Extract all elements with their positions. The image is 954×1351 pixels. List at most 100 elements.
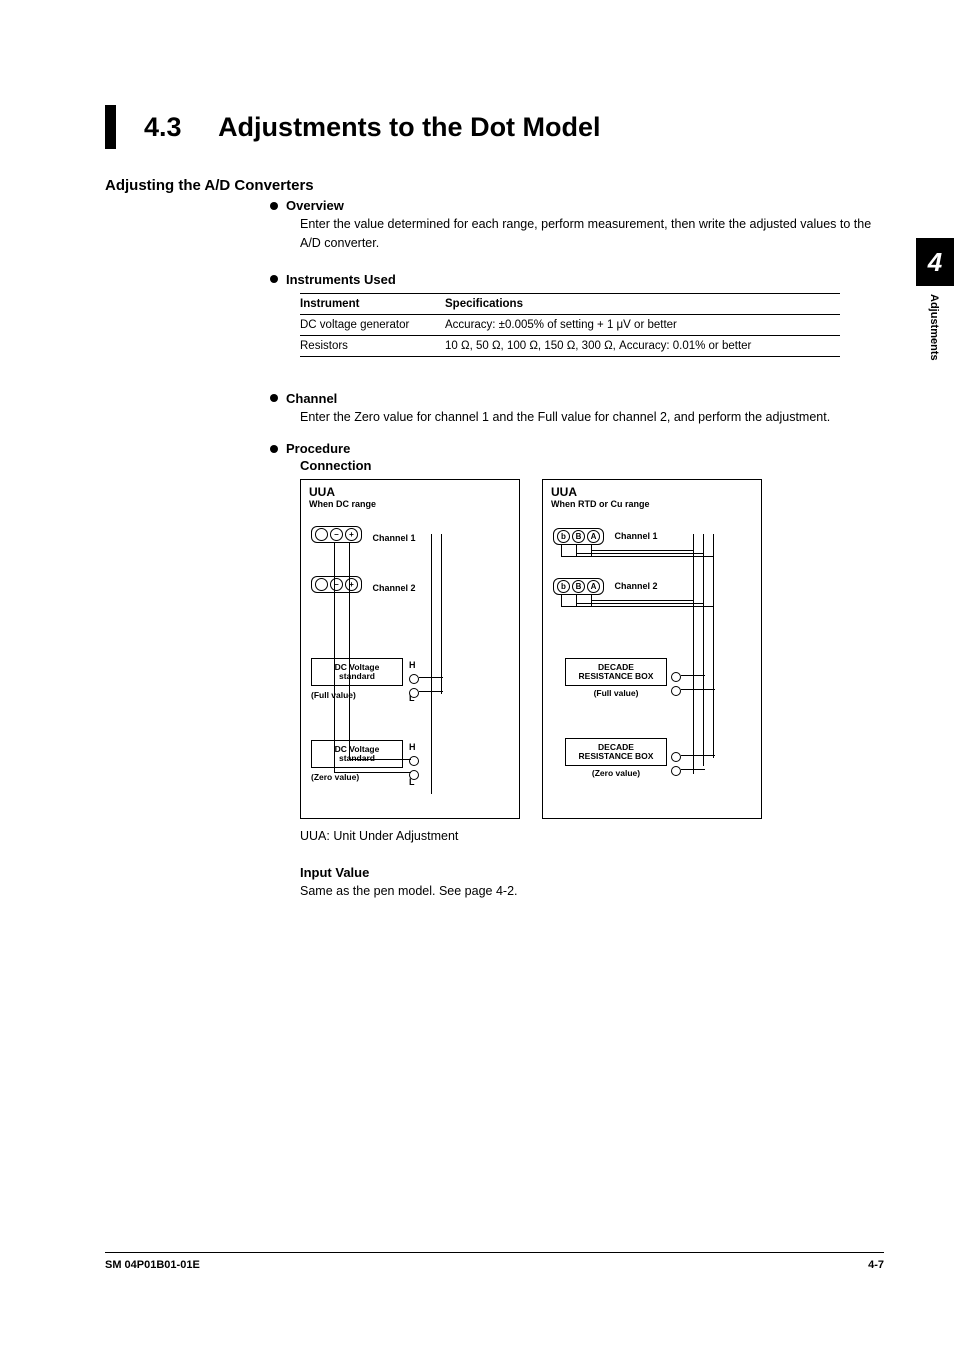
table-cell: DC voltage generator	[300, 314, 445, 335]
pin-minus: –	[330, 578, 343, 591]
table-cell: Accuracy: ±0.005% of setting + 1 μV or b…	[445, 314, 840, 335]
src-name: DECADE RESISTANCE BOX	[571, 743, 661, 761]
wire	[561, 556, 714, 557]
uua-caption: UUA: Unit Under Adjustment	[300, 827, 884, 846]
th-spec: Specifications	[445, 293, 840, 314]
wire	[349, 759, 411, 760]
wire	[693, 534, 694, 774]
table-cell: 10 Ω, 50 Ω, 100 Ω, 150 Ω, 300 Ω, Accurac…	[445, 335, 840, 356]
overview-label: Overview	[286, 198, 344, 213]
port-H-label: H	[409, 660, 416, 670]
overview-text: Enter the value determined for each rang…	[300, 215, 884, 254]
port-L	[409, 688, 419, 698]
uua-subtitle: When DC range	[309, 499, 511, 509]
connection-diagrams: UUA When DC range – + Channel 1 – + Chan…	[300, 479, 884, 819]
decade-box-zero: DECADE RESISTANCE BOX (Zero value)	[565, 738, 667, 778]
port	[671, 686, 681, 696]
channel-label: Channel	[286, 391, 337, 406]
wire	[334, 772, 411, 773]
footer-right: 4-7	[868, 1259, 884, 1271]
uua-subtitle: When RTD or Cu range	[551, 499, 753, 509]
bullet-icon	[270, 445, 278, 453]
page-footer: SM 04P01B01-01E 4-7	[105, 1252, 884, 1271]
decade-box-full: DECADE RESISTANCE BOX (Full value)	[565, 658, 667, 698]
pin-b: b	[557, 530, 570, 543]
th-instrument: Instrument	[300, 293, 445, 314]
bullet-icon	[270, 394, 278, 402]
port	[671, 752, 681, 762]
ch2-label: Channel 2	[614, 581, 657, 591]
wire	[703, 534, 704, 766]
wire	[576, 594, 577, 606]
src-name: DECADE RESISTANCE BOX	[571, 663, 661, 681]
rtd-diagram: UUA When RTD or Cu range b B A Channel 1…	[542, 479, 762, 819]
ch1-label: Channel 1	[372, 533, 415, 543]
channel-text: Enter the Zero value for channel 1 and t…	[300, 408, 884, 427]
zero-label: (Zero value)	[565, 769, 667, 778]
wire	[334, 542, 335, 772]
wire	[576, 603, 704, 604]
wire	[591, 550, 694, 551]
ch1-terminal: b B A Channel 1	[553, 526, 657, 545]
wire	[419, 691, 443, 692]
ch2-terminal: – + Channel 2	[311, 576, 415, 596]
wire	[419, 677, 443, 678]
section-number: 4.3	[144, 112, 182, 142]
section-marker	[105, 105, 116, 149]
wire	[681, 769, 705, 770]
dc-source-zero: DC Voltage standard (Zero value)	[311, 740, 403, 782]
input-value-text: Same as the pen model. See page 4-2.	[300, 882, 884, 901]
wire	[561, 606, 714, 607]
pin-A: A	[587, 580, 600, 593]
instruments-label: Instruments Used	[286, 272, 396, 287]
wire	[681, 755, 715, 756]
pin-plus: +	[345, 578, 358, 591]
section-title-text: Adjustments to the Dot Model	[218, 112, 600, 142]
wire	[561, 594, 562, 606]
uua-title: UUA	[551, 486, 753, 499]
pin-B: B	[572, 530, 585, 543]
table-cell: Resistors	[300, 335, 445, 356]
footer-left: SM 04P01B01-01E	[105, 1259, 200, 1271]
side-tab: 4 Adjustments	[916, 238, 954, 361]
wire	[431, 534, 432, 794]
pin-blank	[315, 528, 328, 541]
dc-diagram: UUA When DC range – + Channel 1 – + Chan…	[300, 479, 520, 819]
ch2-terminal: b B A Channel 2	[553, 576, 657, 595]
bullet-icon	[270, 202, 278, 210]
instruments-table: Instrument Specifications DC voltage gen…	[300, 293, 840, 357]
ch1-label: Channel 1	[614, 531, 657, 541]
wire	[349, 542, 350, 760]
port-H	[409, 674, 419, 684]
bullet-icon	[270, 275, 278, 283]
procedure-label: Procedure	[286, 441, 350, 456]
ch1-terminal: – + Channel 1	[311, 526, 415, 546]
wire	[681, 675, 705, 676]
wire	[576, 544, 577, 556]
uua-title: UUA	[309, 486, 511, 499]
port-H	[409, 756, 419, 766]
wire	[591, 600, 694, 601]
tab-number: 4	[916, 238, 954, 286]
pin-blank	[315, 578, 328, 591]
subsection-heading: Adjusting the A/D Converters	[105, 177, 884, 194]
pin-plus: +	[345, 528, 358, 541]
port-H-label: H	[409, 742, 416, 752]
pin-minus: –	[330, 528, 343, 541]
pin-B: B	[572, 580, 585, 593]
wire	[441, 534, 442, 694]
wire	[713, 534, 714, 758]
full-label: (Full value)	[311, 691, 403, 700]
input-value-label: Input Value	[300, 865, 884, 880]
connection-label: Connection	[300, 458, 884, 473]
dc-source-full: DC Voltage standard (Full value)	[311, 658, 403, 700]
section-title: 4.3 Adjustments to the Dot Model	[144, 112, 601, 143]
src-name: DC Voltage standard	[317, 663, 397, 681]
wire	[561, 544, 562, 556]
port	[671, 766, 681, 776]
pin-b: b	[557, 580, 570, 593]
port	[671, 672, 681, 682]
wire	[576, 553, 704, 554]
tab-label: Adjustments	[928, 294, 940, 361]
full-label: (Full value)	[565, 689, 667, 698]
